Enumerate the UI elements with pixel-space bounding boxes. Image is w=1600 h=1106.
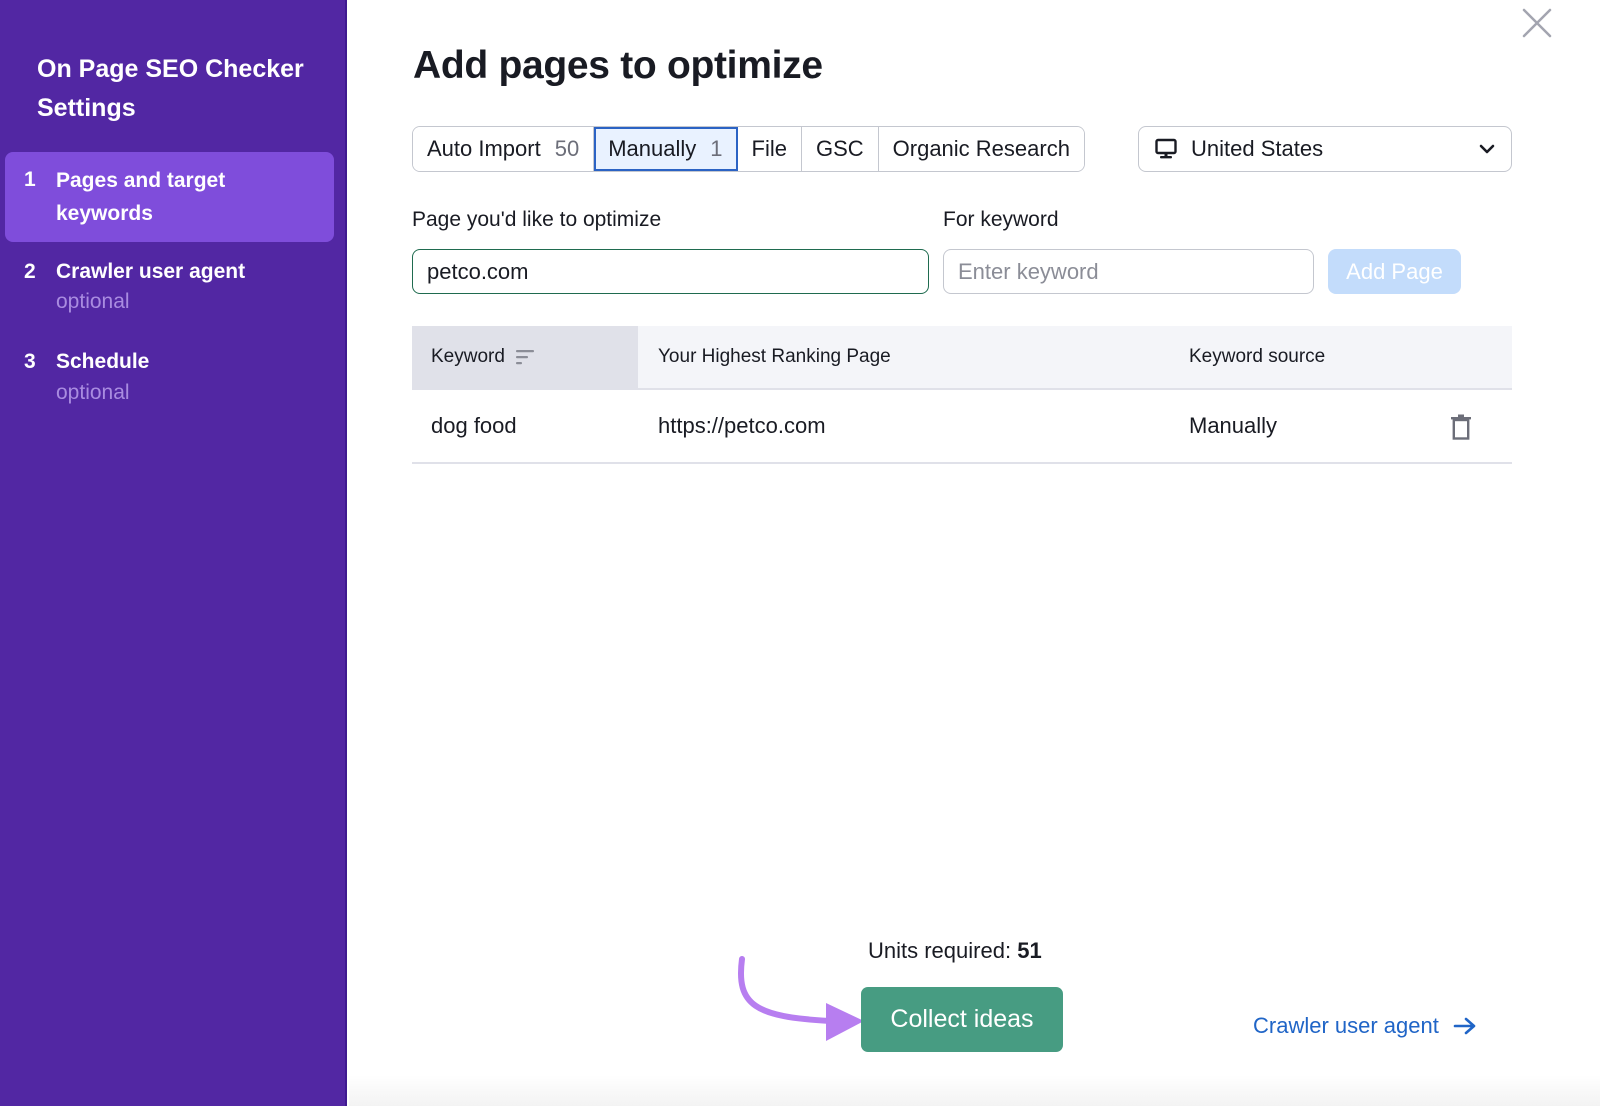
annotation-arrow-icon bbox=[738, 956, 864, 1041]
column-header-keyword[interactable]: Keyword bbox=[412, 326, 638, 388]
tab-organic-research[interactable]: Organic Research bbox=[878, 127, 1084, 171]
cell-keyword-source: Manually bbox=[1189, 413, 1278, 438]
column-header-highest-ranking-page: Your Highest Ranking Page bbox=[658, 346, 891, 367]
keywords-table: Keyword Your Highest Ranking Page Keywor… bbox=[412, 326, 1512, 464]
next-step-crawler-user-agent-link[interactable]: Crawler user agent bbox=[1253, 1013, 1477, 1039]
column-header-label: Keyword bbox=[431, 346, 505, 367]
sidebar-title: On Page SEO Checker Settings bbox=[37, 55, 304, 122]
cell-keyword: dog food bbox=[431, 413, 517, 438]
import-method-tabs: Auto Import 50 Manually 1 File GSC Organ… bbox=[412, 126, 1085, 172]
table-header: Keyword Your Highest Ranking Page Keywor… bbox=[412, 326, 1512, 390]
sidebar: On Page SEO Checker Settings 1 Pages and… bbox=[0, 0, 347, 1106]
tab-count: 1 bbox=[710, 136, 723, 161]
sort-icon[interactable] bbox=[515, 349, 535, 365]
close-button[interactable] bbox=[1520, 6, 1554, 40]
page-field-label: Page you'd like to optimize bbox=[412, 208, 662, 231]
tab-label: Organic Research bbox=[892, 136, 1070, 161]
keyword-input[interactable]: Enter keyword bbox=[943, 249, 1314, 294]
units-required: Units required: 51 bbox=[868, 938, 1042, 964]
step-optional-label: optional bbox=[56, 290, 130, 313]
page-title: Add pages to optimize bbox=[413, 44, 823, 87]
trash-icon[interactable] bbox=[1450, 414, 1472, 440]
sidebar-step-pages-keywords[interactable]: 1 Pages and target keywords bbox=[5, 152, 334, 242]
tab-label: Manually bbox=[608, 136, 697, 161]
table-row: dog food https://petco.com Manually bbox=[412, 390, 1512, 464]
step-optional-label: optional bbox=[56, 381, 130, 404]
sidebar-step-schedule[interactable]: 3 Schedule optional bbox=[5, 342, 334, 412]
cell-page-url: https://petco.com bbox=[658, 413, 826, 438]
step-number: 3 bbox=[24, 350, 36, 373]
step-label: Schedule bbox=[56, 350, 150, 373]
desktop-icon bbox=[1155, 138, 1177, 159]
tab-file[interactable]: File bbox=[737, 127, 802, 171]
page-url-input[interactable]: petco.com bbox=[412, 249, 929, 294]
collect-ideas-button[interactable]: Collect ideas bbox=[861, 987, 1063, 1052]
sidebar-step-crawler-user-agent[interactable]: 2 Crawler user agent optional bbox=[5, 252, 334, 322]
keyword-field-label: For keyword bbox=[943, 208, 1059, 231]
tab-count: 50 bbox=[554, 136, 580, 161]
add-page-button[interactable]: Add Page bbox=[1328, 249, 1461, 294]
tab-manually[interactable]: Manually 1 bbox=[594, 127, 738, 171]
tab-label: Auto Import bbox=[427, 136, 541, 161]
chevron-down-icon bbox=[1479, 144, 1495, 154]
tab-gsc[interactable]: GSC bbox=[801, 127, 879, 171]
close-icon bbox=[1522, 8, 1552, 38]
step-label: Pages and target keywords bbox=[56, 169, 226, 225]
arrow-right-icon bbox=[1453, 1017, 1476, 1035]
location-select-value: United States bbox=[1191, 136, 1324, 161]
location-select[interactable]: United States bbox=[1138, 126, 1512, 172]
tab-label: File bbox=[751, 136, 787, 161]
tab-label: GSC bbox=[815, 136, 864, 161]
tab-auto-import[interactable]: Auto Import 50 bbox=[413, 127, 595, 171]
column-header-keyword-source: Keyword source bbox=[1189, 346, 1326, 367]
next-link-label: Crawler user agent bbox=[1253, 1013, 1439, 1038]
step-label: Crawler user agent bbox=[56, 260, 246, 283]
step-number: 2 bbox=[24, 260, 36, 283]
step-number: 1 bbox=[24, 168, 36, 191]
units-required-value: 51 bbox=[1017, 938, 1042, 963]
units-required-label: Units required: bbox=[868, 938, 1012, 963]
